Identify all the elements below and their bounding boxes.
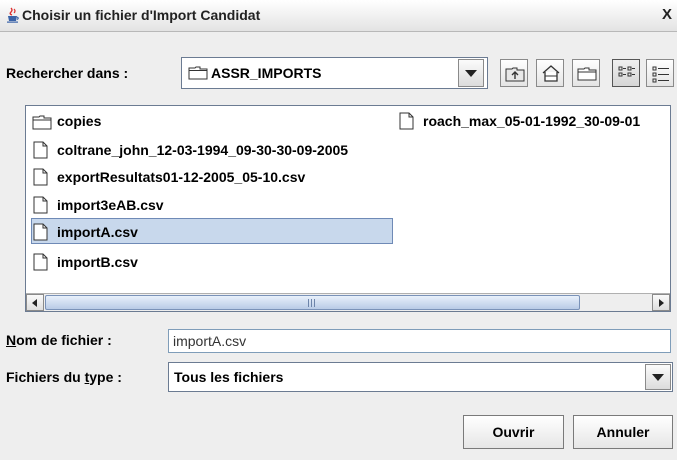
file-name-input[interactable] [168,329,671,353]
file-name-label: Nom de fichier : [6,332,112,348]
scroll-left-button[interactable] [26,294,44,311]
cancel-button[interactable]: Annuler [573,415,673,449]
new-folder-icon [577,67,597,81]
file-name: roach_max_05-01-1992_30-09-01 [423,113,641,129]
horizontal-scrollbar[interactable] [26,293,670,311]
look-in-combobox[interactable]: ASSR_IMPORTS [181,57,488,89]
arrow-left-icon [32,299,37,307]
scroll-right-button[interactable] [652,294,670,311]
list-item[interactable]: exportResultats01-12-2005_05-10.csv [32,164,392,190]
chevron-down-icon [465,70,477,77]
window-title: Choisir un fichier d'Import Candidat [22,7,261,23]
home-button[interactable] [536,59,564,87]
file-icon [398,112,416,138]
details-view-button[interactable] [646,59,674,87]
file-name: importA.csv [57,224,138,240]
file-icon [32,223,50,249]
file-icon [32,253,50,279]
look-in-dropdown-button[interactable] [458,59,484,87]
chevron-down-icon [652,374,664,381]
file-name: copies [57,113,102,129]
folder-icon [188,66,208,83]
list-item[interactable]: copies [32,108,222,134]
file-list[interactable]: copies coltrane_john_12-03-1994_09-30-30… [25,105,671,312]
list-item-selected[interactable]: importA.csv [31,218,393,244]
list-item[interactable]: coltrane_john_12-03-1994_09-30-30-09-200… [32,137,392,163]
open-button[interactable]: Ouvrir [463,415,564,449]
file-name: exportResultats01-12-2005_05-10.csv [57,169,306,185]
file-name: coltrane_john_12-03-1994_09-30-30-09-200… [57,142,349,158]
file-icon [32,168,50,194]
file-type-label: Fichiers du type : [6,369,122,385]
look-in-value: ASSR_IMPORTS [211,65,322,81]
list-view-button[interactable] [612,59,640,87]
up-one-level-button[interactable] [500,59,528,87]
list-item[interactable]: import3eAB.csv [32,192,392,218]
file-chooser-dialog: Choisir un fichier d'Import Candidat X R… [0,0,677,460]
file-type-dropdown-button[interactable] [645,364,671,390]
up-one-level-icon [505,67,525,82]
list-view-icon [618,66,635,77]
file-type-combobox[interactable]: Tous les fichiers [168,362,673,392]
arrow-right-icon [659,299,664,307]
details-view-icon [652,66,669,83]
scrollbar-thumb[interactable] [45,295,580,310]
folder-icon [32,112,52,138]
list-item[interactable]: roach_max_05-01-1992_30-09-01 [398,108,670,134]
list-item[interactable]: importB.csv [32,249,392,275]
look-in-label: Rechercher dans : [6,65,129,81]
new-folder-button[interactable] [572,59,600,87]
file-name: import3eAB.csv [57,197,164,213]
home-icon [542,65,560,82]
file-type-value: Tous les fichiers [174,369,284,385]
close-button[interactable]: X [662,4,677,26]
title-bar[interactable]: Choisir un fichier d'Import Candidat X [0,0,677,32]
java-cup-icon [6,7,20,23]
file-name: importB.csv [57,254,138,270]
